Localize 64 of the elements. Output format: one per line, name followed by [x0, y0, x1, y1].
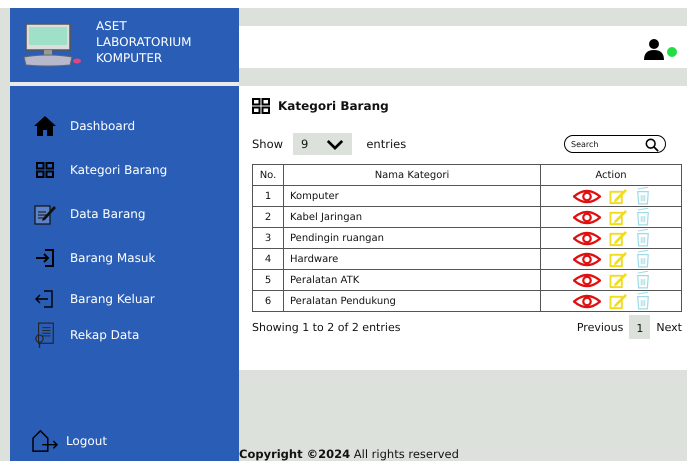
table-cell: Komputer	[284, 186, 540, 206]
sidebar-item[interactable]: Barang Masuk	[32, 236, 239, 280]
search-icon[interactable]	[645, 138, 659, 152]
eye-icon[interactable]	[572, 188, 600, 204]
column-header: Nama Kategori	[284, 164, 540, 186]
brand-title: KOMPUTER	[96, 50, 164, 66]
trash-icon[interactable]	[636, 208, 650, 226]
trash-icon[interactable]	[636, 292, 650, 310]
entries-info: Showing 1 to 2 of 2 entries	[252, 320, 400, 334]
previous-link[interactable]: Previous	[576, 320, 624, 334]
eye-icon[interactable]	[572, 272, 600, 288]
eye-icon[interactable]	[572, 210, 600, 224]
grid-icon	[252, 98, 270, 114]
logout-button[interactable]: Logout	[30, 429, 239, 453]
table-cell: 2	[252, 206, 284, 228]
trash-icon[interactable]	[636, 271, 650, 289]
table-cell: Hardware	[284, 248, 540, 270]
table-cell: 4	[252, 248, 284, 270]
trash-icon[interactable]	[636, 187, 650, 205]
sidebar-item[interactable]: Kategori Barang	[32, 148, 239, 192]
computer-logo-icon	[22, 23, 82, 67]
page-title: Kategori Barang	[278, 99, 389, 113]
column-header: Action	[540, 164, 682, 186]
entries-label: entries	[366, 137, 406, 151]
table-cell: Peralatan ATK	[284, 270, 540, 290]
table-cell: 1	[252, 186, 284, 206]
brand-title: LABORATORIUM	[96, 34, 192, 50]
logout-icon	[30, 429, 60, 453]
show-label: Show	[252, 137, 284, 151]
chevron-down-icon[interactable]	[326, 138, 344, 150]
edit-icon[interactable]	[608, 292, 628, 310]
edit-icon[interactable]	[608, 250, 628, 268]
brand-title: ASET	[96, 18, 128, 34]
next-link[interactable]: Next	[656, 320, 682, 334]
trash-icon[interactable]	[636, 250, 650, 268]
eye-icon[interactable]	[572, 294, 600, 308]
edit-icon[interactable]	[608, 272, 628, 288]
table-cell: 6	[252, 290, 284, 312]
user-avatar-icon[interactable]	[643, 38, 665, 60]
trash-icon[interactable]	[636, 229, 650, 247]
entries-select[interactable]: 9	[293, 133, 352, 155]
table-cell: 3	[252, 228, 284, 248]
table-cell: Pendingin ruangan	[284, 228, 540, 248]
table-cell: 5	[252, 270, 284, 290]
edit-icon[interactable]	[608, 230, 628, 246]
eye-icon[interactable]	[572, 230, 600, 246]
sidebar-item[interactable]: Dashboard	[32, 104, 239, 148]
enter-icon	[34, 248, 56, 268]
report-icon	[34, 321, 56, 349]
table-cell: Kabel Jaringan	[284, 206, 540, 228]
document-pen-icon	[32, 203, 57, 225]
eye-icon[interactable]	[572, 252, 600, 266]
sidebar-item[interactable]: Rekap Data	[32, 318, 239, 352]
table-cell: Peralatan Pendukung	[284, 290, 540, 312]
edit-icon[interactable]	[608, 188, 628, 204]
sidebar-item[interactable]: Barang Keluar	[32, 280, 239, 318]
search-field[interactable]: Search	[564, 135, 666, 153]
sidebar-item[interactable]: Data Barang	[32, 192, 239, 236]
edit-icon[interactable]	[608, 208, 628, 226]
house-icon	[32, 115, 57, 137]
page-button[interactable]: 1	[629, 315, 650, 339]
copyright-text: Copyright ©2024 All rights reserved	[239, 447, 459, 461]
column-header: No.	[252, 164, 284, 186]
grid-icon	[36, 162, 54, 178]
